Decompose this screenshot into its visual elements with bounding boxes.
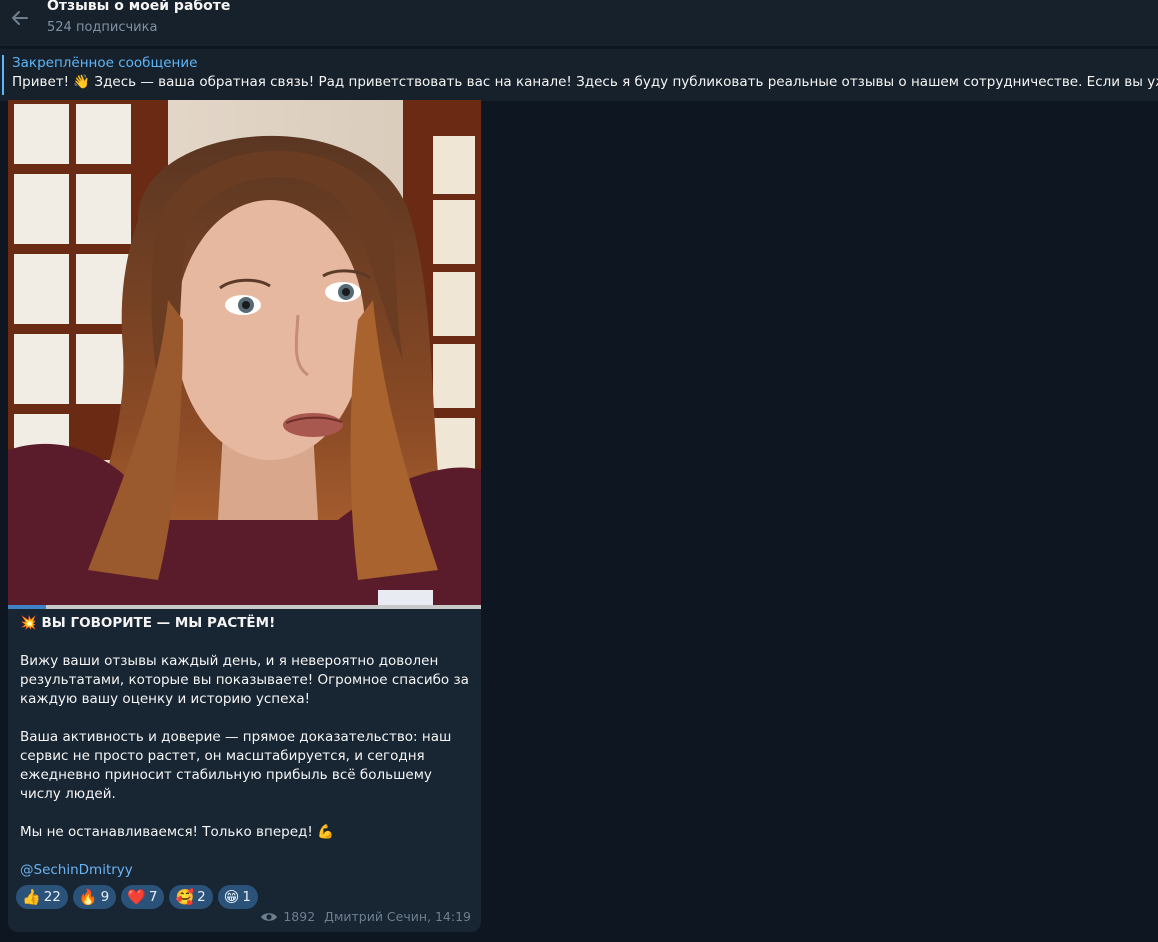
grinning-face-icon: 😁	[223, 887, 240, 906]
reaction-thumbs-up[interactable]: 👍 22	[16, 885, 68, 909]
chat-header: Отзывы о моей работе 524 подписчика	[0, 0, 1158, 46]
pinned-label: Закреплённое сообщение	[12, 55, 198, 71]
fire-icon: 🔥	[78, 887, 98, 906]
video-message[interactable]	[8, 100, 481, 605]
post-text: 💥 ВЫ ГОВОРИТЕ — МЫ РАСТЁМ! Вижу ваши отз…	[20, 613, 470, 880]
smiling-face-with-hearts-icon: 🥰	[175, 887, 195, 906]
channel-post: 💥 ВЫ ГОВОРИТЕ — МЫ РАСТЁМ! Вижу ваши отз…	[8, 100, 481, 932]
pinned-text: Привет! 👋 Здесь — ваша обратная связь! Р…	[12, 74, 1158, 90]
post-meta: 1892 Дмитрий Сечин, 14:19	[260, 909, 471, 924]
reaction-count: 1	[242, 889, 251, 905]
view-count: 1892	[283, 909, 316, 924]
post-paragraph: Ваша активность и доверие — прямое доказ…	[20, 729, 452, 802]
back-button[interactable]	[8, 6, 32, 30]
eye-icon	[261, 912, 278, 921]
heart-icon: ❤️	[127, 887, 146, 906]
thumbs-up-icon: 👍	[22, 887, 41, 906]
video-thumbnail	[8, 100, 481, 605]
post-paragraph: Вижу ваши отзывы каждый день, и я неверо…	[20, 653, 469, 707]
arrow-left-icon	[12, 11, 28, 25]
post-paragraph: Мы не останавливаемся! Только вперед! 💪	[20, 824, 334, 840]
pinned-indicator	[2, 55, 4, 95]
reaction-count: 9	[100, 889, 110, 905]
pinned-message-bar[interactable]: Закреплённое сообщение Привет! 👋 Здесь —…	[0, 48, 1158, 101]
video-progress-bar[interactable]	[8, 605, 481, 609]
video-progress-fill	[8, 605, 46, 609]
reaction-fire[interactable]: 🔥 9	[72, 885, 117, 909]
author-and-time: Дмитрий Сечин, 14:19	[324, 909, 471, 924]
post-headline: 💥 ВЫ ГОВОРИТЕ — МЫ РАСТЁМ!	[20, 615, 276, 631]
author-mention-link[interactable]: @SechinDmitryy	[20, 861, 470, 880]
reaction-heart[interactable]: ❤️ 7	[121, 885, 165, 909]
reactions-row: 👍 22 🔥 9 ❤️ 7 🥰 2 😁 1	[16, 885, 258, 909]
reaction-grin[interactable]: 😁 1	[217, 885, 258, 909]
subscriber-count: 524 подписчика	[47, 20, 158, 35]
reaction-count: 2	[197, 889, 206, 905]
channel-title[interactable]: Отзывы о моей работе	[47, 0, 230, 14]
reaction-count: 22	[43, 889, 61, 905]
reaction-smiling-hearts[interactable]: 🥰 2	[169, 885, 213, 909]
reaction-count: 7	[148, 889, 158, 905]
